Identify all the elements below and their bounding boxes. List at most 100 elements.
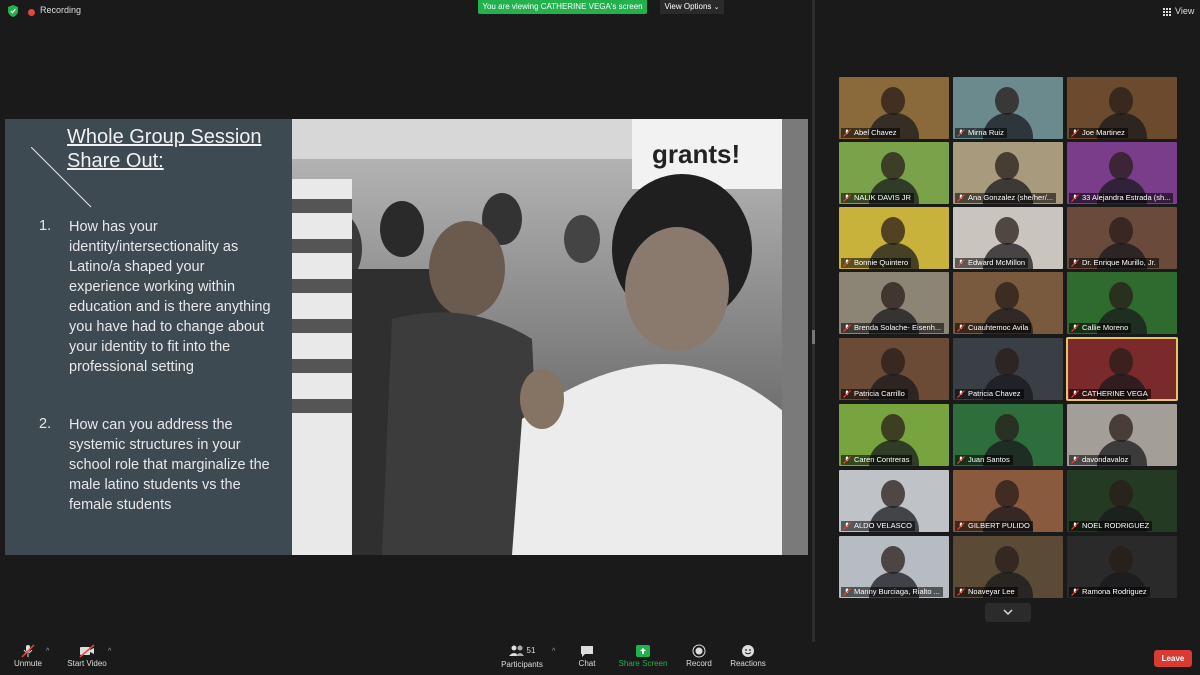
microphone-muted-icon [1071,194,1079,202]
shared-screen: Whole Group Session Share Out: 1. How ha… [5,119,808,555]
view-options-button[interactable]: View Options ⌄ [660,0,724,14]
participant-video-head [881,414,905,442]
microphone-muted-icon [843,390,851,398]
participant-tile[interactable]: Mirna Ruiz [953,77,1063,139]
view-options-label: View Options [664,2,712,11]
gallery-next-page-button[interactable] [985,603,1031,622]
participant-tile[interactable]: Juan Santos [953,404,1063,466]
participants-icon [508,645,524,656]
participant-tile[interactable]: CATHERINE VEGA [1066,337,1178,401]
participant-name: Brenda Solache- Eisenh... [841,323,945,333]
microphone-muted-icon [1071,129,1079,137]
participant-video-head [995,87,1019,115]
chat-label: Chat [578,659,596,668]
recording-label: Recording [40,5,82,15]
participant-tile[interactable]: Bonnie Quintero [839,207,949,269]
participant-tile[interactable]: Brenda Solache- Eisenh... [839,272,949,334]
microphone-muted-icon [843,259,851,267]
participant-video-head [995,217,1019,245]
divider-handle[interactable] [812,330,815,344]
participants-button[interactable]: 51 Participants [500,642,544,669]
participant-video-head [1109,480,1133,508]
video-options-caret[interactable]: ^ [108,648,111,655]
participant-video-head [881,87,905,115]
participant-tile[interactable]: Dr. Enrique Murillo, Jr. [1067,207,1177,269]
participant-video-head [995,282,1019,310]
participant-tile[interactable]: Cuauhtemoc Avila [953,272,1063,334]
participant-tile[interactable]: Noaveyar Lee [953,536,1063,598]
participant-name: Dr. Enrique Murillo, Jr. [1069,258,1159,268]
top-bar: Recording You are viewing CATHERINE VEGA… [0,0,1200,24]
participant-video-head [1109,546,1133,574]
gallery-view-icon[interactable] [1163,8,1171,16]
chevron-down-icon: ⌄ [713,4,720,11]
participant-tile[interactable]: Abel Chavez [839,77,949,139]
viewing-screen-banner: You are viewing CATHERINE VEGA's screen [478,0,647,14]
participant-name: Bonnie Quintero [841,258,912,268]
panel-divider[interactable] [812,0,815,642]
question-text: How has your identity/intersectionality … [69,219,271,375]
participant-tile[interactable]: davondavaloz [1067,404,1177,466]
chat-button[interactable]: Chat [572,642,602,668]
video-off-icon [79,644,95,658]
view-button[interactable]: View [1175,6,1194,16]
participant-name: Manny Burciaga, Rialto ... [841,587,943,597]
participant-tile[interactable]: Caren Contreras [839,404,949,466]
participant-video-head [881,348,905,376]
leave-button[interactable]: Leave [1154,650,1192,667]
participant-tile[interactable]: Joe Martinez [1067,77,1177,139]
participant-tile[interactable]: Edward McMillon [953,207,1063,269]
participant-tile[interactable]: 33 Alejandra Estrada (sh... [1067,142,1177,204]
microphone-muted-icon [957,588,965,596]
reactions-button[interactable]: Reactions [730,642,766,668]
participant-tile[interactable]: Ramona Rodriguez [1067,536,1177,598]
participant-video-head [881,546,905,574]
participant-video-head [995,414,1019,442]
reactions-label: Reactions [730,659,766,668]
audio-options-caret[interactable]: ^ [46,648,49,655]
participants-label: Participants [501,660,543,669]
microphone-muted-icon [957,259,965,267]
participant-tile[interactable]: Patricia Carrillo [839,338,949,400]
participant-tile[interactable]: Patricia Chavez [953,338,1063,400]
microphone-muted-icon [843,456,851,464]
microphone-muted-icon [957,522,965,530]
participant-name: Edward McMillon [955,258,1029,268]
participant-video-head [881,152,905,180]
participant-tile[interactable]: Manny Burciaga, Rialto ... [839,536,949,598]
microphone-muted-icon [1071,522,1079,530]
record-label: Record [686,659,712,668]
start-video-button[interactable]: Start Video [66,642,108,668]
reactions-smiley-icon [742,645,754,657]
record-icon [692,644,706,658]
question-number: 1. [39,218,52,234]
microphone-muted-icon [1071,324,1079,332]
participant-video-head [881,480,905,508]
microphone-muted-icon [1071,456,1079,464]
participant-video-head [995,546,1019,574]
participant-tile[interactable]: Callie Moreno [1067,272,1177,334]
participant-tile[interactable]: ALDO VELASCO [839,470,949,532]
participant-tile[interactable]: NALIK DAVIS JR [839,142,949,204]
unmute-button[interactable]: Unmute [10,642,46,668]
microphone-muted-icon [21,644,35,658]
chevron-down-icon [1003,609,1013,616]
participant-video-head [881,217,905,245]
microphone-muted-icon [957,456,965,464]
microphone-muted-icon [957,324,965,332]
microphone-muted-icon [1071,259,1079,267]
microphone-muted-icon [957,390,965,398]
microphone-muted-icon [957,194,965,202]
participant-tile[interactable]: GILBERT PULIDO [953,470,1063,532]
participants-options-caret[interactable]: ^ [552,648,555,655]
question-text: How can you address the systemic structu… [69,417,270,513]
microphone-muted-icon [1071,588,1079,596]
record-button[interactable]: Record [684,642,714,668]
security-shield-icon[interactable] [8,5,18,17]
chat-icon [581,646,593,657]
participant-tile[interactable]: Ana Gonzalez (she/her/... [953,142,1063,204]
participant-video-head [995,152,1019,180]
share-screen-icon [636,645,650,657]
share-screen-button[interactable]: Share Screen [618,642,668,668]
participant-tile[interactable]: NOEL RODRIGUEZ [1067,470,1177,532]
